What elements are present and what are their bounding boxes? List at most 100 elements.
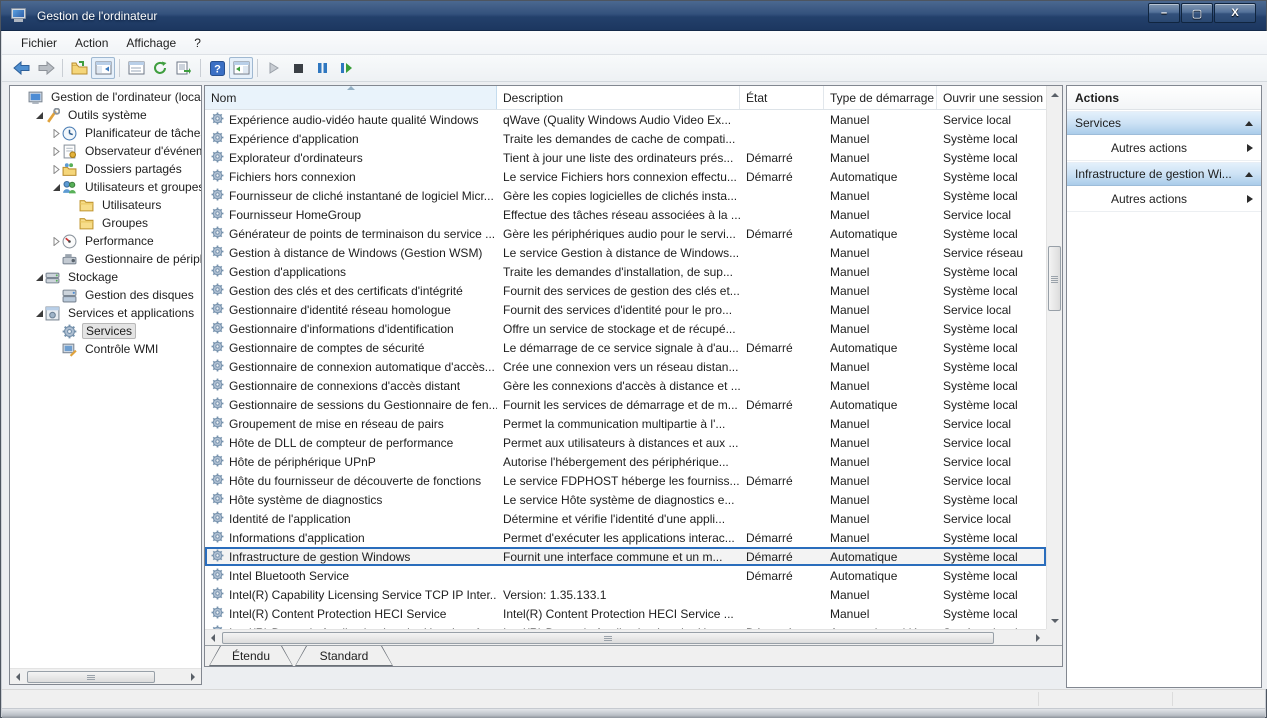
service-row[interactable]: Intel Bluetooth ServiceDémarréAutomatiqu… (205, 566, 1046, 585)
tab-standard[interactable]: Standard (295, 646, 393, 666)
list-horizontal-scrollbar[interactable] (205, 629, 1046, 645)
menu-item-?[interactable]: ? (185, 33, 210, 53)
tree-item-services[interactable]: Services (10, 322, 201, 340)
service-row[interactable]: Expérience d'applicationTraite les deman… (205, 129, 1046, 148)
cell-text: Service local (943, 113, 1011, 127)
service-row[interactable]: Gestionnaire de connexions d'accès dista… (205, 376, 1046, 395)
actions-section-header[interactable]: Services (1067, 111, 1261, 135)
close-button[interactable]: X (1214, 3, 1256, 23)
tree-item-stockage[interactable]: Stockage (10, 268, 201, 286)
expand-icon[interactable] (50, 163, 62, 175)
scroll-right-icon[interactable] (1030, 630, 1046, 645)
service-row[interactable]: Hôte de DLL de compteur de performancePe… (205, 433, 1046, 452)
export-list-icon[interactable] (172, 57, 196, 79)
scroll-up-icon[interactable] (1047, 87, 1063, 102)
expand-icon[interactable] (50, 235, 62, 247)
list-hscroll-thumb[interactable] (222, 632, 994, 644)
service-row[interactable]: Intel(R) Capability Licensing Service TC… (205, 585, 1046, 604)
column-header-description[interactable]: Description (497, 86, 740, 109)
collapse-icon[interactable] (33, 109, 45, 121)
service-row[interactable]: Informations d'applicationPermet d'exécu… (205, 528, 1046, 547)
tree-item-gestionnaire-de-p-riph[interactable]: Gestionnaire de périphé (10, 250, 201, 268)
service-row[interactable]: Explorateur d'ordinateursTient à jour un… (205, 148, 1046, 167)
expand-icon[interactable] (50, 127, 62, 139)
collapse-icon[interactable] (33, 271, 45, 283)
column-header-type-de-d-marrage[interactable]: Type de démarrage (824, 86, 937, 109)
service-row[interactable]: Identité de l'applicationDétermine et vé… (205, 509, 1046, 528)
service-row[interactable]: Groupement de mise en réseau de pairsPer… (205, 414, 1046, 433)
menu-item-affichage[interactable]: Affichage (117, 33, 185, 53)
actions-section-header[interactable]: Infrastructure de gestion Wi... (1067, 162, 1261, 186)
service-row[interactable]: Hôte de périphérique UPnPAutorise l'hébe… (205, 452, 1046, 471)
stop-service-icon[interactable] (286, 57, 310, 79)
scroll-left-icon[interactable] (205, 630, 221, 645)
service-row[interactable]: Expérience audio-vidéo haute qualité Win… (205, 110, 1046, 129)
cell-text: Détermine et vérifie l'identité d'une ap… (503, 512, 725, 526)
tree-item-observateur-d-v-neme[interactable]: Observateur d'événeme (10, 142, 201, 160)
expand-icon[interactable] (50, 145, 62, 157)
properties-icon[interactable] (124, 57, 148, 79)
tree-item-utilisateurs-et-groupes-l[interactable]: Utilisateurs et groupes l (10, 178, 201, 196)
service-row[interactable]: Gestionnaire de connexion automatique d'… (205, 357, 1046, 376)
service-row[interactable]: Gestion d'applicationsTraite les demande… (205, 262, 1046, 281)
scroll-right-icon[interactable] (185, 669, 201, 684)
maximize-button[interactable]: ▢ (1181, 3, 1213, 23)
tree-item-outils-syst-me[interactable]: Outils système (10, 106, 201, 124)
service-row[interactable]: Gestion des clés et des certificats d'in… (205, 281, 1046, 300)
tree-item-gestion-de-l-ordinateur-local[interactable]: Gestion de l'ordinateur (local) (10, 88, 201, 106)
service-row[interactable]: Gestionnaire d'informations d'identifica… (205, 319, 1046, 338)
menu-item-fichier[interactable]: Fichier (12, 33, 66, 53)
tree-scroll-thumb[interactable] (27, 671, 155, 683)
collapse-section-icon[interactable] (1245, 121, 1253, 126)
cell-text: Gestionnaire d'identité réseau homologue (229, 303, 451, 317)
collapse-icon[interactable] (50, 181, 62, 193)
refresh-icon[interactable] (148, 57, 172, 79)
menu-item-action[interactable]: Action (66, 33, 117, 53)
tree-item-contr-le-wmi[interactable]: Contrôle WMI (10, 340, 201, 358)
back-icon[interactable] (10, 57, 34, 79)
help-icon[interactable]: ? (205, 57, 229, 79)
tree-item-utilisateurs[interactable]: Utilisateurs (10, 196, 201, 214)
tree-item-dossiers-partag-s[interactable]: Dossiers partagés (10, 160, 201, 178)
service-row[interactable]: Hôte système de diagnosticsLe service Hô… (205, 490, 1046, 509)
collapse-icon[interactable] (33, 307, 45, 319)
list-vertical-scrollbar[interactable] (1046, 86, 1062, 629)
tree-item-groupes[interactable]: Groupes (10, 214, 201, 232)
service-row[interactable]: Fichiers hors connexionLe service Fichie… (205, 167, 1046, 186)
restart-service-icon[interactable] (334, 57, 358, 79)
list-scroll-thumb[interactable] (1048, 246, 1061, 311)
console-tree-icon[interactable] (91, 57, 115, 79)
tree-item-performance[interactable]: Performance (10, 232, 201, 250)
action-pane-icon[interactable] (229, 57, 253, 79)
tree-horizontal-scrollbar[interactable] (10, 668, 201, 684)
column-header--tat[interactable]: État (740, 86, 824, 109)
service-row[interactable]: Fournisseur HomeGroupEffectue des tâches… (205, 205, 1046, 224)
start-service-icon[interactable] (262, 57, 286, 79)
column-header-nom[interactable]: Nom (205, 86, 497, 109)
service-row[interactable]: Gestionnaire d'identité réseau homologue… (205, 300, 1046, 319)
actions-item-autres-actions[interactable]: Autres actions (1067, 186, 1261, 212)
cell-startup: Manuel (824, 604, 937, 623)
tree-item-services-et-applications[interactable]: Services et applications (10, 304, 201, 322)
pause-service-icon[interactable] (310, 57, 334, 79)
service-row[interactable]: Infrastructure de gestion WindowsFournit… (205, 547, 1046, 566)
tab-tendu[interactable]: Étendu (209, 646, 293, 666)
service-row[interactable]: Gestionnaire de sessions du Gestionnaire… (205, 395, 1046, 414)
forward-icon[interactable] (34, 57, 58, 79)
service-row[interactable]: Gestionnaire de comptes de sécuritéLe dé… (205, 338, 1046, 357)
tree-item-gestion-des-disques[interactable]: Gestion des disques (10, 286, 201, 304)
service-row[interactable]: Hôte du fournisseur de découverte de fon… (205, 471, 1046, 490)
export-folder-icon[interactable] (67, 57, 91, 79)
scroll-left-icon[interactable] (10, 669, 26, 684)
collapse-section-icon[interactable] (1245, 172, 1253, 177)
title-bar[interactable]: Gestion de l'ordinateur –▢X (1, 1, 1266, 31)
tree-item-planificateur-de-t-ches[interactable]: Planificateur de tâches (10, 124, 201, 142)
service-row[interactable]: Fournisseur de cliché instantané de logi… (205, 186, 1046, 205)
actions-item-autres-actions[interactable]: Autres actions (1067, 135, 1261, 161)
service-row[interactable]: Gestion à distance de Windows (Gestion W… (205, 243, 1046, 262)
minimize-button[interactable]: – (1148, 3, 1180, 23)
service-row[interactable]: Générateur de points de terminaison du s… (205, 224, 1046, 243)
service-row[interactable]: Intel(R) Content Protection HECI Service… (205, 604, 1046, 623)
column-header-ouvrir-une-session-e[interactable]: Ouvrir une session e (937, 86, 1047, 109)
scroll-down-icon[interactable] (1047, 613, 1063, 628)
